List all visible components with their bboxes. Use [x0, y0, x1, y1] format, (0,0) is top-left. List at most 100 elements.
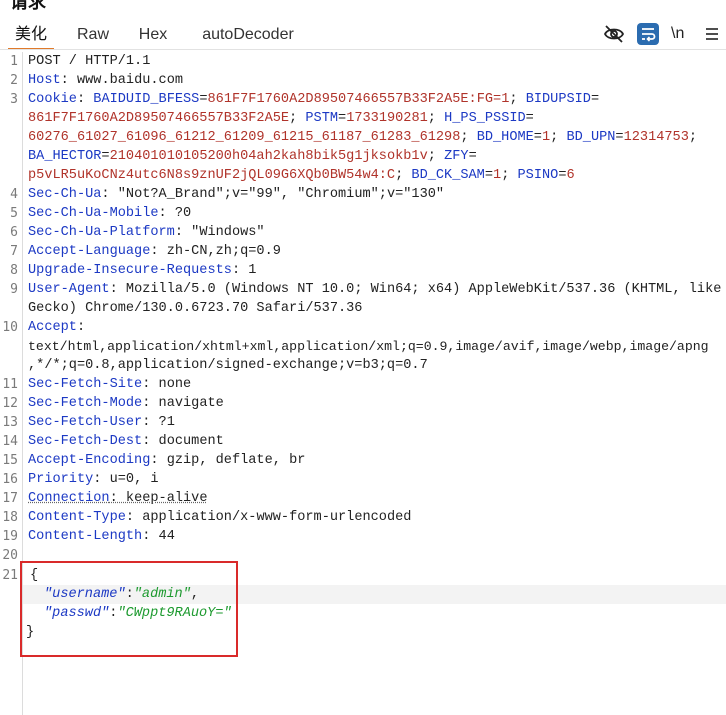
tab-autodecoder[interactable]: autoDecoder	[192, 22, 304, 50]
header-value: ?0	[174, 206, 192, 221]
cookie-name: ZFY	[444, 149, 469, 164]
request-line: POST / HTTP/1.1	[28, 54, 151, 69]
header-value: text/html,application/xhtml+xml,applicat…	[28, 339, 709, 354]
line-number: 9	[10, 282, 18, 297]
line-number: 17	[2, 491, 18, 506]
line-number: 20	[2, 548, 18, 563]
code-line: 17 Connection: keep-alive	[0, 489, 726, 508]
header-key: User-Agent	[28, 282, 110, 297]
menu-icon[interactable]	[704, 24, 720, 44]
header-key: Connection	[28, 491, 110, 506]
header-key: Sec-Fetch-Site	[28, 377, 143, 392]
code-line: 9 User-Agent: Mozilla/5.0 (Windows NT 10…	[0, 280, 726, 299]
header-key: Content-Type	[28, 510, 126, 525]
line-number: 1	[10, 54, 18, 69]
line-number: 2	[10, 73, 18, 88]
code-line-wrap: 861F7F1760A2D89507466557B33F2A5E; PSTM=1…	[28, 111, 534, 126]
header-value: 44	[158, 529, 175, 544]
tab-pretty[interactable]: 美化	[8, 22, 54, 50]
header-key: Accept-Language	[28, 244, 151, 259]
code-line-wrap: text/html,application/xhtml+xml,applicat…	[0, 337, 726, 356]
header-key: Sec-Ch-Ua-Mobile	[28, 206, 159, 221]
cookie-value: 6	[566, 168, 575, 183]
cookie-value: 12314753	[623, 130, 689, 145]
cookie-name: BD_HOME	[476, 130, 534, 145]
cookie-name: BA_HECTOR	[28, 149, 102, 164]
code-line-wrap: 60276_61027_61096_61212_61209_61215_6118…	[28, 130, 698, 145]
header-value: "Windows"	[191, 225, 265, 240]
line-number: 5	[10, 206, 18, 221]
code-line-wrap: ,*/*;q=0.8,application/signed-exchange;v…	[0, 356, 726, 375]
highlight-box	[20, 561, 238, 657]
code-line: 2 Host: www.baidu.com	[0, 71, 726, 90]
header-key: Upgrade-Insecure-Requests	[28, 263, 232, 278]
header-value: application/x-www-form-urlencoded	[142, 510, 412, 525]
line-number: 7	[10, 244, 18, 259]
show-newlines-toggle[interactable]: \n	[671, 24, 691, 44]
header-value: document	[158, 434, 224, 449]
view-tabs: 美化 Raw Hex autoDecoder	[0, 22, 600, 50]
header-value: www.baidu.com	[76, 73, 184, 88]
header-value: gzip, deflate, br	[166, 453, 306, 468]
tab-divider	[0, 49, 726, 50]
code-line-wrap: Gecko) Chrome/130.0.6723.70 Safari/537.3…	[0, 299, 726, 318]
code-line: 14 Sec-Fetch-Dest: document	[0, 432, 726, 451]
code-line: 13 Sec-Fetch-User: ?1	[0, 413, 726, 432]
line-number: 19	[2, 529, 18, 544]
header-value: keep-alive	[125, 491, 208, 506]
cookie-value: p5vLR5uKoCNz4utc6N8s9znUF2jQL09G6XQb0BW5…	[28, 168, 396, 183]
code-line: 11 Sec-Fetch-Site: none	[0, 375, 726, 394]
code-line: 5 Sec-Ch-Ua-Mobile: ?0	[0, 204, 726, 223]
header-key: Accept	[28, 320, 77, 335]
header-key: Sec-Fetch-Dest	[28, 434, 143, 449]
tab-hex[interactable]: Hex	[130, 22, 176, 50]
line-number: 15	[2, 453, 18, 468]
header-value: navigate	[158, 396, 224, 411]
cookie-name: BIDUPSID	[525, 92, 591, 107]
line-number: 21	[2, 568, 18, 583]
panel-title: 请求	[10, 0, 46, 13]
header-value: u=0, i	[109, 472, 159, 487]
header-key: Sec-Ch-Ua-Platform	[28, 225, 175, 240]
line-number: 13	[2, 415, 18, 430]
header-key: Cookie	[28, 92, 77, 107]
header-key: Content-Length	[28, 529, 143, 544]
cookie-value: 210401010105200h04ah2kah8bik5g1jksokb1v	[109, 149, 428, 164]
cookie-value: 861F7F1760A2D89507466557B33F2A5E:FG=1	[207, 92, 510, 107]
code-line: 7 Accept-Language: zh-CN,zh;q=0.9	[0, 242, 726, 261]
code-line: 1 POST / HTTP/1.1	[0, 52, 726, 71]
header-key: Sec-Ch-Ua	[28, 187, 102, 202]
code-line: 18 Content-Type: application/x-www-form-…	[0, 508, 726, 527]
header-value: Gecko) Chrome/130.0.6723.70 Safari/537.3…	[28, 301, 363, 316]
cookie-name: H_PS_PSSID	[444, 111, 526, 126]
line-number: 11	[2, 377, 18, 392]
cookie-value: 861F7F1760A2D89507466557B33F2A5E	[28, 111, 290, 126]
eye-off-icon[interactable]	[603, 24, 625, 44]
line-number: 14	[2, 434, 18, 449]
line-number: 10	[2, 320, 18, 335]
header-value: 1	[248, 263, 257, 278]
header-value: ,*/*;q=0.8,application/signed-exchange;v…	[28, 358, 428, 373]
code-line: 4 Sec-Ch-Ua: "Not?A_Brand";v="99", "Chro…	[0, 185, 726, 204]
cookie-value: 60276_61027_61096_61212_61209_61215_6118…	[28, 130, 461, 145]
cookie-value: 1	[493, 168, 502, 183]
code-line: 8 Upgrade-Insecure-Requests: 1	[0, 261, 726, 280]
header-value: none	[158, 377, 192, 392]
cookie-name: PSINO	[517, 168, 559, 183]
cookie-name: BAIDUID_BFESS	[93, 92, 200, 107]
code-line-wrap: p5vLR5uKoCNz4utc6N8s9znUF2jQL09G6XQb0BW5…	[28, 168, 575, 183]
line-number: 4	[10, 187, 18, 202]
code-line: 12 Sec-Fetch-Mode: navigate	[0, 394, 726, 413]
header-value: "Not?A_Brand";v="99", "Chromium";v="130"	[117, 187, 445, 202]
cookie-name: PSTM	[305, 111, 339, 126]
cookie-name: BD_UPN	[566, 130, 616, 145]
line-number: 6	[10, 225, 18, 240]
cookie-value: 1733190281	[346, 111, 428, 126]
header-value: zh-CN,zh;q=0.9	[166, 244, 281, 259]
line-number: 16	[2, 472, 18, 487]
tab-raw[interactable]: Raw	[70, 22, 116, 50]
wrap-text-icon[interactable]	[637, 23, 659, 45]
code-line: 15 Accept-Encoding: gzip, deflate, br	[0, 451, 726, 470]
code-line-wrap: BA_HECTOR=210401010105200h04ah2kah8bik5g…	[28, 149, 477, 164]
header-key: Priority	[28, 472, 94, 487]
